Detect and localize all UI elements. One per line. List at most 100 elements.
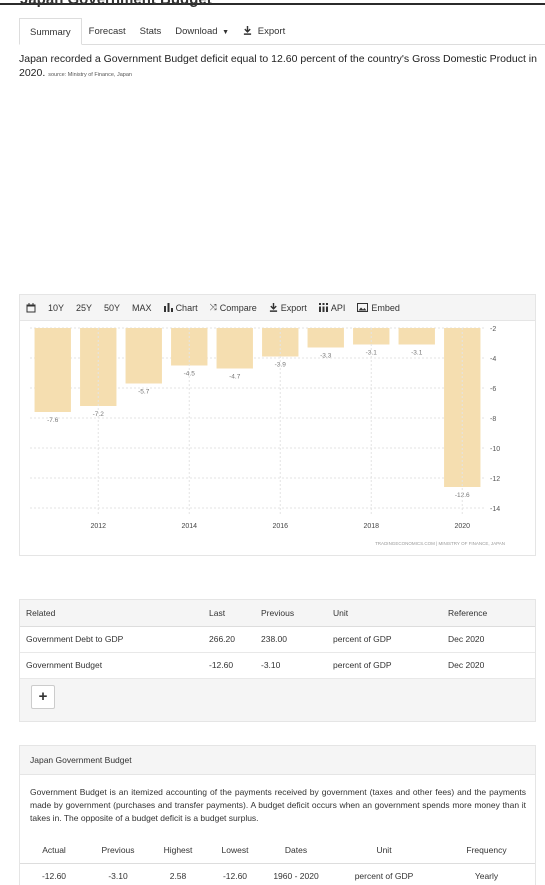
bar-chart-icon (163, 303, 173, 312)
embed-label: Embed (371, 302, 400, 313)
related-unit: percent of GDP (327, 652, 442, 679)
tab-download[interactable]: Download ▼ (168, 18, 236, 45)
y-tick-label: -8 (490, 416, 496, 423)
y-tick-label: -6 (490, 386, 496, 393)
stats-lowest: -12.60 (222, 870, 248, 881)
related-panel: Related Last Previous Unit Reference Gov… (19, 599, 536, 722)
export-label: Export (280, 302, 307, 313)
bar-data-label: -5.7 (138, 389, 150, 396)
chart-bar (307, 328, 344, 348)
stats-col-frequency: Frequency (438, 838, 535, 864)
image-icon (357, 303, 369, 312)
table-row: -12.60 -3.10 2.58 -12.60 1960 - 2020 per… (20, 863, 535, 885)
related-col-previous: Previous (255, 600, 327, 627)
stats-unit: percent of GDP (354, 870, 414, 881)
description-title: Japan Government Budget (30, 755, 132, 765)
y-tick-label: -2 (490, 326, 496, 333)
summary-paragraph: Japan recorded a Government Budget defic… (19, 52, 539, 82)
chart-bar (80, 328, 117, 406)
tab-bar: Summary Forecast Stats Download ▼ Export (19, 18, 545, 45)
related-col-last: Last (203, 600, 255, 627)
stats-col-dates: Dates (262, 838, 330, 864)
related-reference: Dec 2020 (442, 626, 535, 653)
related-name-link[interactable]: Government Budget (20, 652, 203, 679)
stats-col-highest: Highest (148, 838, 208, 864)
y-tick-label: -4 (490, 356, 496, 363)
tab-stats[interactable]: Stats (133, 18, 169, 45)
table-row[interactable]: Government Budget -12.60 -3.10 percent o… (20, 652, 535, 679)
chart-bar (398, 328, 435, 345)
x-tick-label: 2020 (454, 523, 470, 530)
shuffle-icon: ⤨ (209, 302, 217, 312)
compare-label: Compare (219, 302, 257, 313)
related-col-related: Related (20, 600, 203, 627)
stats-col-actual: Actual (20, 838, 88, 864)
related-col-unit: Unit (327, 600, 442, 627)
chart-bar (125, 328, 162, 384)
download-icon (244, 25, 252, 35)
range-50y-button[interactable]: 50Y (104, 303, 120, 313)
chart-watermark: TRADINGECONOMICS.COM | MINISTRY OF FINAN… (375, 541, 505, 546)
related-reference: Dec 2020 (442, 652, 535, 679)
range-25y-button[interactable]: 25Y (76, 303, 92, 313)
x-tick-label: 2016 (272, 523, 288, 530)
table-row[interactable]: Government Debt to GDP 266.20 238.00 per… (20, 626, 535, 653)
stats-dates: 1960 - 2020 (273, 870, 319, 881)
related-last: 266.20 (203, 626, 255, 653)
chart-bar (216, 328, 253, 369)
stats-previous: -3.10 (108, 870, 128, 881)
stats-actual: -12.60 (41, 870, 67, 881)
tab-summary[interactable]: Summary (19, 18, 82, 45)
stats-table: Actual Previous Highest Lowest Dates Uni… (20, 838, 535, 885)
related-unit: percent of GDP (327, 626, 442, 653)
page-header: Japan Government Budget (0, 0, 545, 8)
related-col-reference: Reference (442, 600, 535, 627)
stats-col-unit: Unit (330, 838, 438, 864)
x-tick-label: 2014 (181, 523, 197, 530)
chart-bar (34, 328, 71, 412)
related-table: Related Last Previous Unit Reference Gov… (20, 600, 535, 679)
embed-button[interactable]: Embed (357, 303, 400, 313)
bar-data-label: -3.1 (411, 350, 423, 357)
stats-col-lowest: Lowest (208, 838, 262, 864)
tab-forecast[interactable]: Forecast (82, 18, 133, 45)
api-label: API (330, 302, 346, 313)
range-10y-button[interactable]: 10Y (48, 303, 64, 313)
y-tick-label: -14 (490, 506, 500, 513)
stats-header-row: Actual Previous Highest Lowest Dates Uni… (20, 838, 535, 864)
related-last: -12.60 (203, 652, 255, 679)
stats-highest: 2.58 (169, 870, 187, 881)
description-box: Government Budget is an itemized account… (20, 774, 535, 885)
related-name-link[interactable]: Government Debt to GDP (20, 626, 203, 653)
bar-data-label: -4.7 (229, 374, 241, 381)
grid-icon (318, 303, 328, 312)
chart-panel: 10Y 25Y 50Y MAX Chart ⤨ Compare Export A… (19, 294, 536, 556)
chart-bar (444, 328, 481, 487)
related-previous: -3.10 (255, 652, 327, 679)
tab-export-label: Export (257, 25, 286, 37)
tab-export[interactable]: Export (236, 18, 292, 45)
chart-type-label: Chart (175, 302, 198, 313)
api-button[interactable]: API (318, 302, 346, 313)
download-icon (269, 303, 277, 312)
bar-data-label: -7.6 (47, 417, 59, 424)
stats-frequency: Yearly (474, 870, 499, 881)
chart-toolbar: 10Y 25Y 50Y MAX Chart ⤨ Compare Export A… (20, 295, 535, 321)
related-header-row: Related Last Previous Unit Reference (20, 600, 535, 627)
stats-col-previous: Previous (88, 838, 148, 864)
description-panel: Japan Government Budget Government Budge… (19, 745, 536, 885)
calendar-icon[interactable] (26, 302, 36, 313)
export-button[interactable]: Export (269, 303, 307, 313)
x-tick-label: 2018 (363, 523, 379, 530)
tab-download-label: Download (175, 25, 218, 37)
y-tick-label: -10 (490, 446, 500, 453)
compare-button[interactable]: ⤨ Compare (210, 302, 257, 313)
caret-down-icon: ▼ (222, 28, 230, 36)
add-related-button[interactable]: + (31, 685, 55, 709)
y-tick-label: -12 (490, 476, 500, 483)
range-max-button[interactable]: MAX (132, 303, 152, 313)
chart-type-button[interactable]: Chart (163, 302, 198, 313)
summary-source: source: Ministry of Finance, Japan (48, 72, 132, 78)
page-title: Japan Government Budget (20, 0, 212, 8)
description-text: Government Budget is an itemized account… (30, 787, 526, 823)
